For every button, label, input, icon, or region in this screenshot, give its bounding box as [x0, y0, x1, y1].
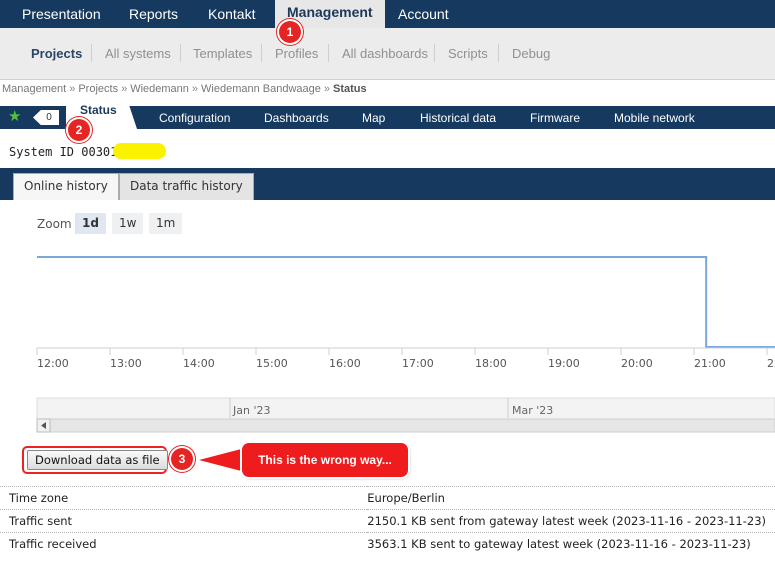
subnav-divider: [91, 44, 92, 62]
chart-canvas: 12:00 13:00 14:00 15:00 16:00 17:00 18:00 19:00…: [36, 256, 775, 433]
annotation-marker-1: 1: [279, 21, 301, 43]
subnav-divider: [261, 44, 262, 62]
annotation-callout: This is the wrong way...: [242, 443, 408, 477]
tab-map[interactable]: Map: [362, 109, 385, 127]
x-tick-label: 19:00: [548, 357, 580, 370]
breadcrumb-projects[interactable]: Projects: [78, 83, 118, 95]
row-label: Time zone: [0, 486, 368, 510]
navigator-label: Mar '23: [512, 404, 553, 417]
subnav-divider: [498, 44, 499, 62]
breadcrumb-separator: »: [121, 83, 128, 95]
breadcrumb-current: Status: [333, 83, 367, 95]
row-label: Traffic received: [0, 532, 368, 556]
online-history-chart: Zoom 1d 1w 1m 12:00 13:00 14:00 15:00 16:00 1…: [0, 200, 775, 435]
subnav-templates[interactable]: Templates: [193, 44, 252, 64]
breadcrumb-separator: »: [191, 83, 199, 95]
tab-configuration[interactable]: Configuration: [159, 109, 230, 127]
nav-presentation[interactable]: Presentation: [22, 0, 101, 28]
breadcrumb-wiedemann[interactable]: Wiedemann: [130, 83, 189, 95]
top-navigation: Presentation Reports Kontakt Management …: [0, 0, 775, 30]
navigator-label: Jan '23: [232, 404, 270, 417]
subnav-profiles[interactable]: Profiles: [275, 44, 318, 64]
x-tick-label: 13:00: [110, 357, 142, 370]
subnav-projects[interactable]: Projects: [31, 44, 82, 64]
callout-arrow: [199, 448, 245, 472]
redaction-highlight: [113, 143, 166, 159]
breadcrumb-management[interactable]: Management: [2, 83, 66, 95]
subnav-divider: [328, 44, 329, 62]
annotation-marker-2: 2: [68, 119, 90, 141]
tab-mobile-network[interactable]: Mobile network: [614, 109, 695, 127]
nav-reports[interactable]: Reports: [129, 0, 178, 28]
system-info-table: Time zone Europe/Berlin Traffic sent 215…: [0, 486, 775, 556]
nav-kontakt[interactable]: Kontakt: [208, 0, 255, 28]
nav-account[interactable]: Account: [398, 0, 449, 28]
subnav-debug[interactable]: Debug: [512, 44, 550, 64]
x-tick-label: 20:00: [621, 357, 653, 370]
x-tick-label: 15:00: [256, 357, 288, 370]
x-tick-label: 17:00: [402, 357, 434, 370]
x-tick-label: 22: [767, 357, 775, 370]
x-tick-label: 18:00: [475, 357, 507, 370]
scrollbar-track: [36, 418, 775, 433]
navigator: [36, 397, 775, 420]
row-value: Europe/Berlin: [367, 486, 775, 510]
star-icon[interactable]: ★: [8, 108, 21, 126]
x-tick-label: 12:00: [37, 357, 69, 370]
subnav-divider: [180, 44, 181, 62]
x-tick-label: 16:00: [329, 357, 361, 370]
system-id: System ID 003011: [9, 145, 125, 159]
subnav-all-systems[interactable]: All systems: [105, 44, 171, 64]
tab-dashboards[interactable]: Dashboards: [264, 109, 329, 127]
breadcrumb-wiedemann-bandwaage[interactable]: Wiedemann Bandwaage: [201, 83, 321, 95]
table-row: Traffic received 3563.1 KB sent to gatew…: [0, 532, 775, 556]
breadcrumb-separator: »: [323, 83, 331, 95]
sub-navigation: Projects All systems Templates Profiles …: [0, 28, 775, 80]
row-label: Traffic sent: [0, 509, 368, 533]
x-tick-label: 14:00: [183, 357, 215, 370]
breadcrumb: Management» Projects» Wiedemann» Wiedemann …: [2, 83, 367, 95]
download-data-button[interactable]: Download data as file: [27, 450, 168, 470]
breadcrumb-separator: »: [69, 83, 76, 95]
table-row: Time zone Europe/Berlin: [0, 486, 775, 510]
subnav-divider: [434, 44, 435, 62]
tab-firmware[interactable]: Firmware: [530, 109, 580, 127]
tab-data-traffic-history[interactable]: Data traffic history: [119, 173, 254, 200]
tag-count-badge[interactable]: 0: [33, 110, 59, 125]
row-value: 3563.1 KB sent to gateway latest week (2…: [367, 532, 775, 556]
tab-online-history[interactable]: Online history: [13, 173, 119, 200]
row-value: 2150.1 KB sent from gateway latest week …: [367, 509, 775, 533]
tab-historical-data[interactable]: Historical data: [420, 109, 496, 127]
series-line: [37, 256, 775, 348]
x-tick-label: 21:00: [694, 357, 726, 370]
subnav-scripts[interactable]: Scripts: [448, 44, 488, 64]
history-tab-bar: Online history Data traffic history: [0, 168, 775, 200]
table-row: Traffic sent 2150.1 KB sent from gateway…: [0, 509, 775, 533]
annotation-marker-3: 3: [171, 448, 193, 470]
object-tab-bar: ★ 0 Status Configuration Dashboards Map …: [0, 99, 775, 129]
subnav-all-dashboards[interactable]: All dashboards: [342, 44, 428, 64]
